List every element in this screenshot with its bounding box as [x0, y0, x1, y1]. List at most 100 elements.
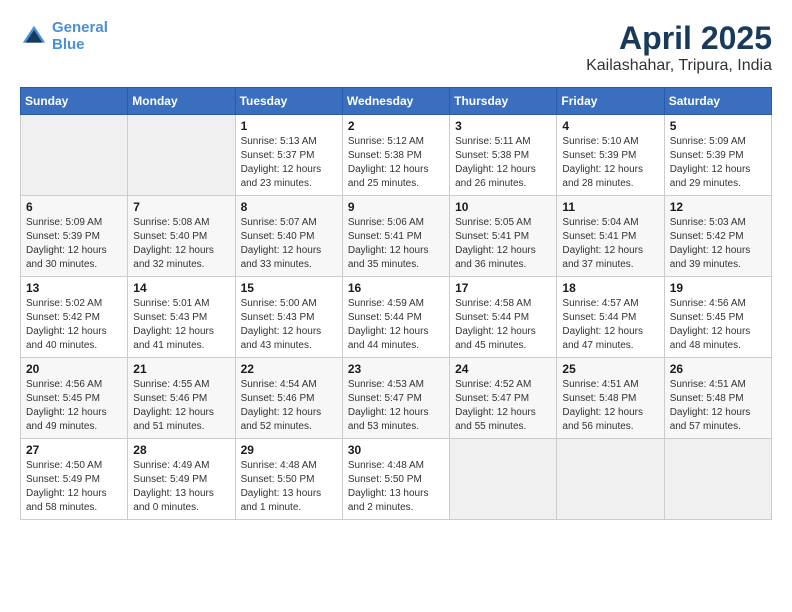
day-detail: Sunrise: 5:02 AM Sunset: 5:42 PM Dayligh… [26, 297, 122, 353]
calendar-cell: 13 Sunrise: 5:02 AM Sunset: 5:42 PM Dayli… [21, 277, 128, 358]
day-detail: Sunrise: 5:09 AM Sunset: 5:39 PM Dayligh… [26, 216, 122, 272]
calendar-cell: 21 Sunrise: 4:55 AM Sunset: 5:46 PM Dayli… [128, 358, 235, 439]
day-detail: Sunrise: 4:55 AM Sunset: 5:46 PM Dayligh… [133, 378, 229, 434]
day-number: 15 [241, 281, 337, 295]
calendar-header-thursday: Thursday [450, 88, 557, 115]
day-number: 13 [26, 281, 122, 295]
day-detail: Sunrise: 4:48 AM Sunset: 5:50 PM Dayligh… [241, 459, 337, 515]
calendar-cell: 7 Sunrise: 5:08 AM Sunset: 5:40 PM Daylig… [128, 196, 235, 277]
day-number: 3 [455, 119, 551, 133]
day-detail: Sunrise: 4:48 AM Sunset: 5:50 PM Dayligh… [348, 459, 444, 515]
calendar-cell: 6 Sunrise: 5:09 AM Sunset: 5:39 PM Daylig… [21, 196, 128, 277]
day-number: 22 [241, 362, 337, 376]
day-number: 20 [26, 362, 122, 376]
day-detail: Sunrise: 4:56 AM Sunset: 5:45 PM Dayligh… [26, 378, 122, 434]
calendar-header: SundayMondayTuesdayWednesdayThursdayFrid… [21, 88, 772, 115]
day-detail: Sunrise: 4:54 AM Sunset: 5:46 PM Dayligh… [241, 378, 337, 434]
day-number: 28 [133, 443, 229, 457]
title-area: April 2025 Kailashahar, Tripura, India [586, 20, 772, 75]
calendar-cell: 12 Sunrise: 5:03 AM Sunset: 5:42 PM Dayli… [664, 196, 771, 277]
calendar-week-5: 27 Sunrise: 4:50 AM Sunset: 5:49 PM Dayli… [21, 439, 772, 520]
day-detail: Sunrise: 5:13 AM Sunset: 5:37 PM Dayligh… [241, 135, 337, 191]
calendar-header-saturday: Saturday [664, 88, 771, 115]
day-detail: Sunrise: 5:07 AM Sunset: 5:40 PM Dayligh… [241, 216, 337, 272]
day-detail: Sunrise: 4:49 AM Sunset: 5:49 PM Dayligh… [133, 459, 229, 515]
day-detail: Sunrise: 4:59 AM Sunset: 5:44 PM Dayligh… [348, 297, 444, 353]
calendar-week-3: 13 Sunrise: 5:02 AM Sunset: 5:42 PM Dayli… [21, 277, 772, 358]
logo-text: General Blue [52, 20, 108, 53]
day-detail: Sunrise: 5:05 AM Sunset: 5:41 PM Dayligh… [455, 216, 551, 272]
calendar-cell: 14Sunrise: 5:01 AM Sunset: 5:43 PM Dayli… [128, 277, 235, 358]
day-number: 29 [241, 443, 337, 457]
calendar-cell: 28 Sunrise: 4:49 AM Sunset: 5:49 PM Dayli… [128, 439, 235, 520]
calendar-week-2: 6 Sunrise: 5:09 AM Sunset: 5:39 PM Daylig… [21, 196, 772, 277]
calendar-cell: 10 Sunrise: 5:05 AM Sunset: 5:41 PM Dayli… [450, 196, 557, 277]
calendar-cell: 27 Sunrise: 4:50 AM Sunset: 5:49 PM Dayli… [21, 439, 128, 520]
calendar-title: April 2025 [586, 20, 772, 57]
day-number: 8 [241, 200, 337, 214]
day-detail: Sunrise: 5:06 AM Sunset: 5:41 PM Dayligh… [348, 216, 444, 272]
calendar-header-friday: Friday [557, 88, 664, 115]
calendar-cell [128, 115, 235, 196]
calendar-header-monday: Monday [128, 88, 235, 115]
logo-icon [20, 23, 48, 51]
calendar-cell: 5 Sunrise: 5:09 AM Sunset: 5:39 PM Daylig… [664, 115, 771, 196]
calendar-cell: 29 Sunrise: 4:48 AM Sunset: 5:50 PM Dayli… [235, 439, 342, 520]
day-detail: Sunrise: 5:09 AM Sunset: 5:39 PM Dayligh… [670, 135, 766, 191]
calendar-location: Kailashahar, Tripura, India [586, 57, 772, 75]
day-detail: Sunrise: 5:12 AM Sunset: 5:38 PM Dayligh… [348, 135, 444, 191]
calendar-cell: 15 Sunrise: 5:00 AM Sunset: 5:43 PM Dayli… [235, 277, 342, 358]
calendar-header-tuesday: Tuesday [235, 88, 342, 115]
day-detail: Sunrise: 5:03 AM Sunset: 5:42 PM Dayligh… [670, 216, 766, 272]
calendar-cell: 20 Sunrise: 4:56 AM Sunset: 5:45 PM Dayli… [21, 358, 128, 439]
day-detail: Sunrise: 4:51 AM Sunset: 5:48 PM Dayligh… [670, 378, 766, 434]
day-detail: Sunrise: 5:04 AM Sunset: 5:41 PM Dayligh… [562, 216, 658, 272]
calendar-cell: 1Sunrise: 5:13 AM Sunset: 5:37 PM Daylig… [235, 115, 342, 196]
day-detail: Sunrise: 5:00 AM Sunset: 5:43 PM Dayligh… [241, 297, 337, 353]
calendar-cell: 16 Sunrise: 4:59 AM Sunset: 5:44 PM Dayli… [342, 277, 449, 358]
day-detail: Sunrise: 4:58 AM Sunset: 5:44 PM Dayligh… [455, 297, 551, 353]
calendar-cell [21, 115, 128, 196]
day-number: 23 [348, 362, 444, 376]
day-number: 7 [133, 200, 229, 214]
day-number: 17 [455, 281, 551, 295]
day-detail: Sunrise: 4:50 AM Sunset: 5:49 PM Dayligh… [26, 459, 122, 515]
header: General Blue April 2025 Kailashahar, Tri… [20, 20, 772, 75]
calendar-cell: 22 Sunrise: 4:54 AM Sunset: 5:46 PM Dayli… [235, 358, 342, 439]
calendar-cell: 24 Sunrise: 4:52 AM Sunset: 5:47 PM Dayli… [450, 358, 557, 439]
day-number: 10 [455, 200, 551, 214]
day-detail: Sunrise: 4:52 AM Sunset: 5:47 PM Dayligh… [455, 378, 551, 434]
day-number: 21 [133, 362, 229, 376]
calendar-week-1: 1Sunrise: 5:13 AM Sunset: 5:37 PM Daylig… [21, 115, 772, 196]
day-number: 24 [455, 362, 551, 376]
calendar-cell: 3 Sunrise: 5:11 AM Sunset: 5:38 PM Daylig… [450, 115, 557, 196]
day-number: 6 [26, 200, 122, 214]
calendar-cell: 11 Sunrise: 5:04 AM Sunset: 5:41 PM Dayli… [557, 196, 664, 277]
day-number: 27 [26, 443, 122, 457]
day-number: 12 [670, 200, 766, 214]
calendar-week-4: 20 Sunrise: 4:56 AM Sunset: 5:45 PM Dayli… [21, 358, 772, 439]
day-detail: Sunrise: 4:56 AM Sunset: 5:45 PM Dayligh… [670, 297, 766, 353]
calendar-cell: 25Sunrise: 4:51 AM Sunset: 5:48 PM Dayli… [557, 358, 664, 439]
day-number: 9 [348, 200, 444, 214]
calendar-cell: 4Sunrise: 5:10 AM Sunset: 5:39 PM Daylig… [557, 115, 664, 196]
calendar-table: SundayMondayTuesdayWednesdayThursdayFrid… [20, 87, 772, 520]
calendar-cell: 23Sunrise: 4:53 AM Sunset: 5:47 PM Dayli… [342, 358, 449, 439]
calendar-cell: 30 Sunrise: 4:48 AM Sunset: 5:50 PM Dayli… [342, 439, 449, 520]
calendar-cell: 18 Sunrise: 4:57 AM Sunset: 5:44 PM Dayli… [557, 277, 664, 358]
calendar-header-wednesday: Wednesday [342, 88, 449, 115]
day-number: 11 [562, 200, 658, 214]
day-detail: Sunrise: 5:11 AM Sunset: 5:38 PM Dayligh… [455, 135, 551, 191]
calendar-cell [557, 439, 664, 520]
day-number: 16 [348, 281, 444, 295]
day-detail: Sunrise: 5:08 AM Sunset: 5:40 PM Dayligh… [133, 216, 229, 272]
calendar-cell: 17 Sunrise: 4:58 AM Sunset: 5:44 PM Dayli… [450, 277, 557, 358]
calendar-cell [664, 439, 771, 520]
day-number: 5 [670, 119, 766, 133]
calendar-cell [450, 439, 557, 520]
day-detail: Sunrise: 4:57 AM Sunset: 5:44 PM Dayligh… [562, 297, 658, 353]
day-number: 30 [348, 443, 444, 457]
day-number: 18 [562, 281, 658, 295]
calendar-cell: 9 Sunrise: 5:06 AM Sunset: 5:41 PM Daylig… [342, 196, 449, 277]
calendar-cell: 2Sunrise: 5:12 AM Sunset: 5:38 PM Daylig… [342, 115, 449, 196]
